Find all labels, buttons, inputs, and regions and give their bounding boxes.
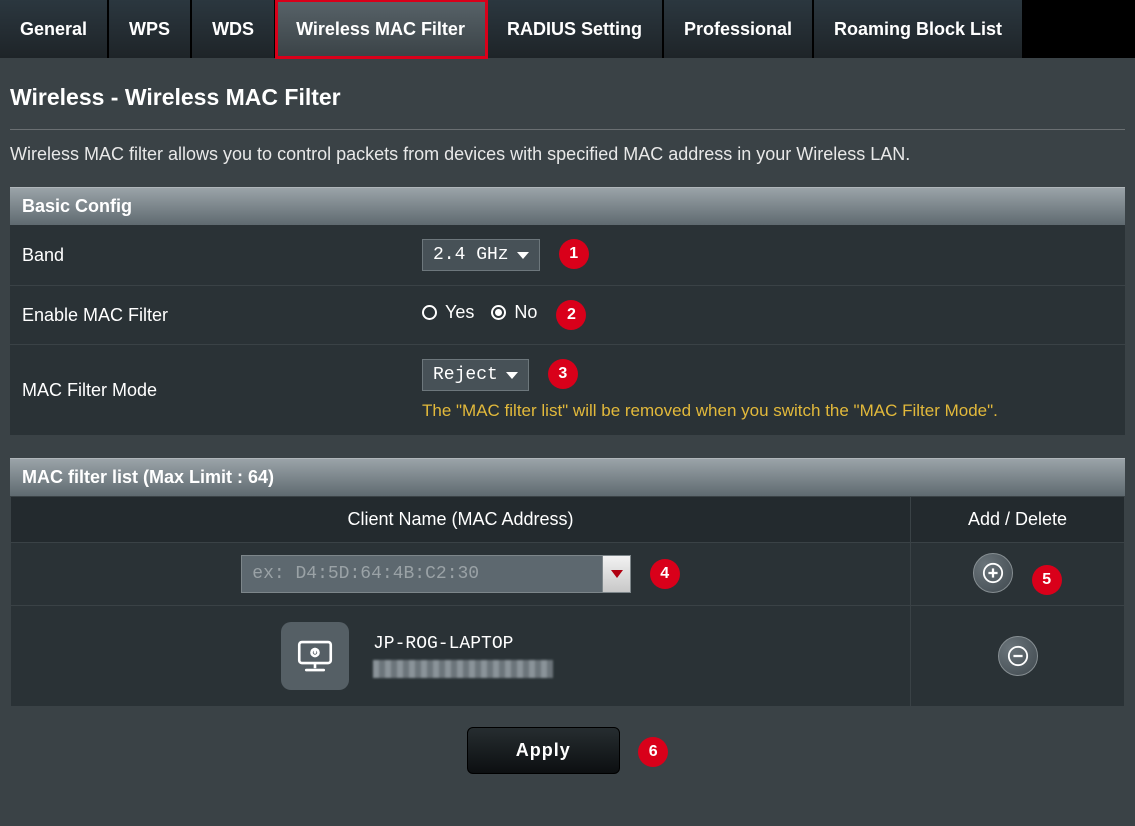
tab-bar: General WPS WDS Wireless MAC Filter RADI… [0,0,1135,58]
tab-wps[interactable]: WPS [109,0,192,58]
enable-no-radio[interactable] [491,305,506,320]
chevron-down-icon [517,252,529,259]
chevron-down-icon [506,372,518,379]
step-badge-3: 3 [548,359,578,389]
device-mac-redacted [373,660,553,678]
col-add-delete: Add / Delete [911,497,1125,543]
mac-address-input[interactable] [242,556,602,592]
col-client-name: Client Name (MAC Address) [11,497,911,543]
enable-no-label: No [514,302,537,323]
page-description: Wireless MAC filter allows you to contro… [10,144,1125,165]
mac-input-dropdown[interactable] [602,556,630,592]
mac-input-wrap [241,555,631,593]
tab-wireless-mac-filter[interactable]: Wireless MAC Filter [276,0,487,58]
device-name: JP-ROG-LAPTOP [373,634,553,654]
step-badge-4: 4 [650,559,680,589]
add-button[interactable] [973,553,1013,593]
apply-button[interactable]: Apply [467,727,620,774]
step-badge-5: 5 [1032,565,1062,595]
enable-yes-label: Yes [445,302,474,323]
mac-filter-mode-value: Reject [433,365,498,385]
tab-professional[interactable]: Professional [664,0,814,58]
band-select-value: 2.4 GHz [433,245,509,265]
enable-label: Enable MAC Filter [10,286,410,345]
mac-filter-mode-hint: The "MAC filter list" will be removed wh… [422,401,1113,421]
table-row: JP-ROG-LAPTOP [11,605,1125,706]
plus-icon [982,562,1004,584]
dropdown-triangle-icon [611,570,623,578]
step-badge-1: 1 [559,239,589,269]
tab-radius-setting[interactable]: RADIUS Setting [487,0,664,58]
enable-yes-radio[interactable] [422,305,437,320]
device-icon [281,622,349,690]
mac-filter-mode-select[interactable]: Reject [422,359,529,391]
delete-button[interactable] [998,636,1038,676]
step-badge-2: 2 [556,300,586,330]
tab-general[interactable]: General [0,0,109,58]
divider [10,129,1125,130]
tab-wds[interactable]: WDS [192,0,276,58]
monitor-icon [294,635,336,677]
page-title: Wireless - Wireless MAC Filter [10,84,1125,111]
mode-label: MAC Filter Mode [10,345,410,436]
tab-roaming-block-list[interactable]: Roaming Block List [814,0,1024,58]
band-label: Band [10,225,410,286]
minus-icon [1007,645,1029,667]
section-basic-config: Basic Config [10,187,1125,225]
step-badge-6: 6 [638,737,668,767]
band-select[interactable]: 2.4 GHz [422,239,540,271]
section-mac-filter-list: MAC filter list (Max Limit : 64) [10,458,1125,496]
